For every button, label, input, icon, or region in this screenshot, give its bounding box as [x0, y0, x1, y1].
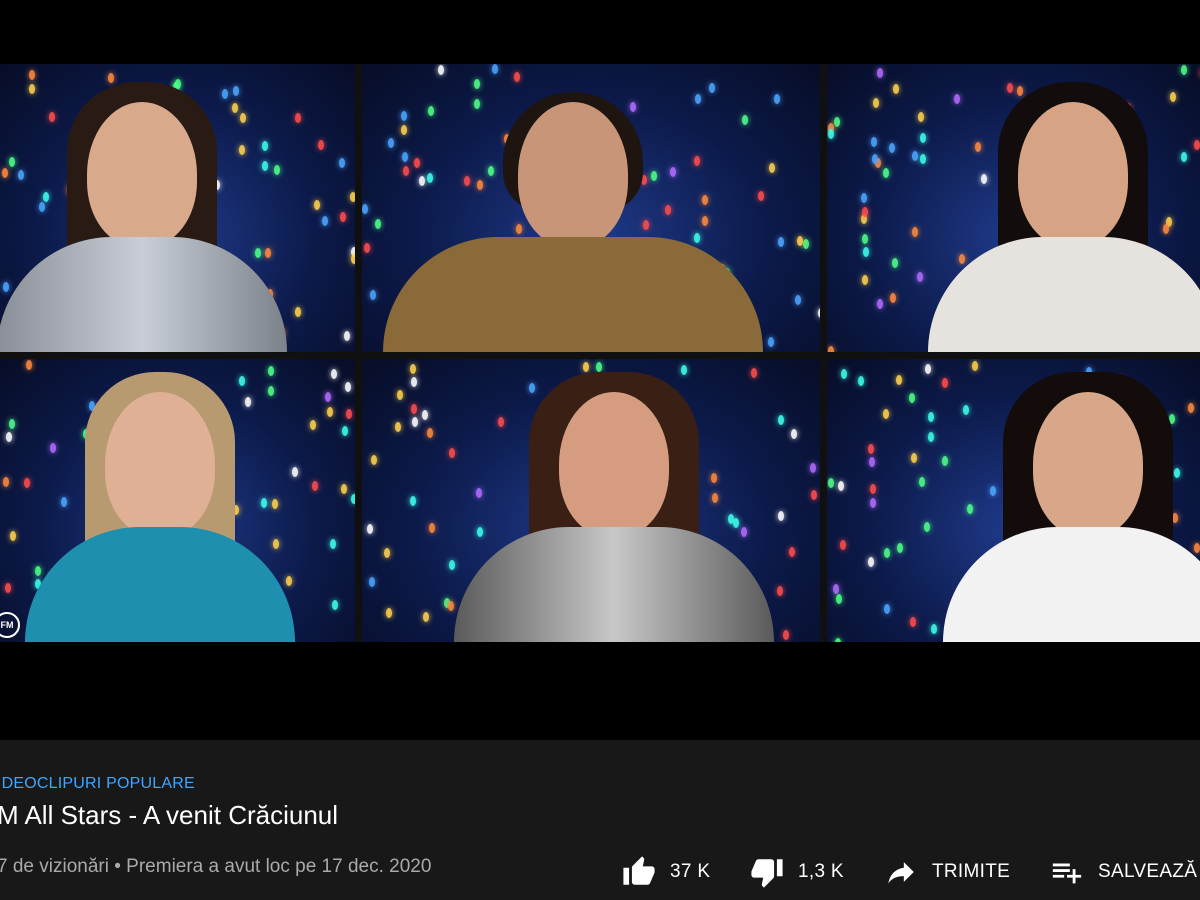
video-frame-grid	[0, 64, 1200, 642]
video-tile-2	[362, 64, 820, 352]
singer-figure	[10, 362, 310, 642]
like-count: 37 K	[670, 861, 711, 882]
video-tile-4	[0, 359, 355, 642]
singer-figure	[0, 72, 292, 352]
share-button[interactable]: TRIMITE	[884, 852, 1010, 892]
singer-figure	[938, 362, 1200, 642]
video-tile-5	[362, 359, 820, 642]
dislike-button[interactable]: 1,3 K	[750, 852, 844, 892]
share-arrow-icon	[888, 862, 914, 884]
video-title: M All Stars - A venit Crăciunul	[0, 800, 339, 830]
video-actions: 37 K 1,3 K TRIMITE SALVEAZĂ	[0, 852, 1200, 892]
singer-figure	[453, 362, 774, 642]
video-tile-3	[827, 64, 1200, 352]
thumbs-down-icon	[751, 859, 783, 888]
singer-figure	[382, 72, 763, 352]
save-label: SALVEAZĂ	[1098, 861, 1198, 882]
like-button[interactable]: 37 K	[622, 852, 710, 892]
thumbs-up-icon	[623, 856, 655, 885]
hashtag-link[interactable]: IDEOCLIPURI POPULARE	[0, 775, 195, 793]
add-to-playlist-icon	[1052, 863, 1082, 884]
share-label: TRIMITE	[932, 861, 1011, 882]
dislike-count: 1,3 K	[798, 861, 844, 882]
video-tile-1	[0, 64, 355, 352]
video-player[interactable]: FM	[0, 0, 1200, 740]
singer-figure	[923, 72, 1200, 352]
video-tile-6	[827, 359, 1200, 642]
save-button[interactable]: SALVEAZĂ	[1050, 852, 1197, 892]
